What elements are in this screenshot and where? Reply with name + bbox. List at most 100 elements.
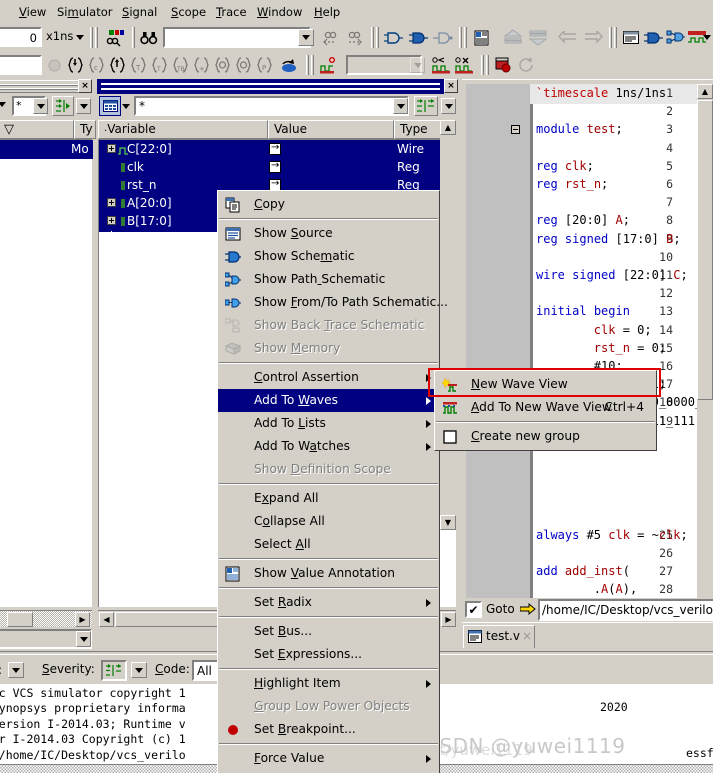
add-breakpoint-icon[interactable] [318, 55, 340, 75]
expand-design-icon[interactable] [383, 27, 405, 48]
run-circle-icon[interactable] [44, 55, 64, 75]
menu-window[interactable]: Window [252, 4, 307, 20]
menu-item-show-schematic[interactable]: Show Schematic [218, 245, 439, 268]
variable-filter-dropdown-button[interactable] [393, 98, 408, 114]
menu-item-copy[interactable]: Copy [218, 193, 439, 216]
hierarchy-hscroll-right-button[interactable]: ▶ [75, 612, 90, 627]
menu-item-set-breakpoint[interactable]: Set Breakpoint... [218, 718, 439, 741]
variable-display-mode-chevron-down-icon[interactable] [122, 104, 130, 109]
expand-toggle-icon[interactable] [107, 144, 116, 153]
tab-test-v[interactable]: test.v × [463, 625, 535, 648]
hierarchy-bottom-dropdown-button[interactable] [76, 631, 91, 647]
variable-vscroll-up-button[interactable]: ▲ [440, 120, 456, 135]
variable-panel-close-button[interactable]: × [444, 79, 458, 93]
menu-item-show-path-schematic[interactable]: Show Path Schematic [218, 268, 439, 291]
menu-help[interactable]: Help [309, 4, 345, 20]
find-scope-icon[interactable] [104, 27, 128, 48]
hierarchy-scope-dropdown-button[interactable] [76, 98, 91, 114]
menu-item-force-value[interactable]: Force Value [218, 747, 439, 770]
breakpoint-combo-dropdown-button[interactable] [410, 57, 425, 73]
restart-icon[interactable] [212, 55, 232, 75]
stop-record-icon[interactable] [492, 55, 514, 75]
code-vscrollbar[interactable]: ▲ [697, 84, 713, 621]
submenu-item-create-new-group[interactable]: Create new group [435, 425, 656, 448]
hierarchy-filter-dropdown-button[interactable] [33, 98, 48, 114]
menu-item-add-to-waves[interactable]: Add To Waves [218, 389, 439, 412]
severity-dropdown-button[interactable] [131, 662, 147, 678]
step-tb-icon[interactable]: TB [170, 55, 190, 75]
menu-item-show-value-annotation[interactable]: Show Value Annotation [218, 562, 439, 585]
variable-nav-icon[interactable] [414, 96, 438, 116]
hierarchy-hscrollbar[interactable]: ▶ [0, 610, 92, 627]
search-next-icon[interactable] [344, 27, 366, 48]
variable-hscroll-left-button[interactable]: ◀ [99, 612, 114, 627]
code-vscroll-up-button[interactable]: ▲ [697, 84, 713, 99]
source-code-editor[interactable]: 1 `timescale 1ns/1ns 2 3 module test; 4 5 reg c… [466, 84, 713, 621]
severity-prefix-dropdown-button[interactable] [8, 662, 24, 678]
menu-simulator[interactable]: Simulator [52, 4, 118, 20]
back-arrow-icon[interactable] [556, 27, 580, 48]
menu-item-highlight-item[interactable]: Highlight Item [218, 672, 439, 695]
search-prev-icon[interactable] [320, 27, 342, 48]
forward-arrow-icon[interactable] [581, 27, 605, 48]
menu-item-show-source[interactable]: Show Source [218, 222, 439, 245]
path-schematic-view-icon[interactable] [665, 27, 687, 48]
step-into-icon[interactable] [65, 55, 85, 75]
prev-annotation-icon[interactable] [501, 27, 525, 48]
variable-col-header-variable[interactable]: .Variable [98, 120, 268, 139]
goto-checkbox[interactable]: ✔ [465, 601, 482, 618]
variable-hscroll-right-button[interactable]: ▶ [441, 612, 456, 627]
continue-icon[interactable] [107, 55, 127, 75]
menu-item-set-bus[interactable]: Set Bus... [218, 620, 439, 643]
scope-input[interactable] [0, 55, 42, 75]
step-p-icon[interactable]: P [254, 55, 274, 75]
hierarchy-col-type[interactable]: Ty [74, 120, 96, 139]
menu-signal[interactable]: Signal [117, 4, 162, 20]
delete-breakpoints-icon[interactable] [453, 55, 475, 75]
submenu-item-add-to-new-wave-view[interactable]: Add To New Wave View Ctrl+4 [435, 396, 656, 419]
step-plus-icon[interactable]: + [191, 55, 211, 75]
close-icon[interactable]: × [522, 629, 532, 643]
variable-vscroll-down-button[interactable]: ▼ [440, 515, 456, 530]
menu-item-control-assertion[interactable]: Control Assertion [218, 366, 439, 389]
trace-drivers-icon[interactable] [408, 27, 430, 48]
restart-2-icon[interactable] [233, 55, 253, 75]
hierarchy-filter-prefix[interactable] [0, 96, 8, 116]
variable-vscrollbar[interactable]: ▲ ▼ [440, 120, 456, 530]
expand-toggle-icon[interactable] [107, 198, 116, 207]
variable-display-mode-icon[interactable] [99, 96, 121, 116]
source-view-icon[interactable] [620, 27, 642, 48]
menu-item-show-from-to-path-schematic[interactable]: Show From/To Path Schematic... [218, 291, 448, 314]
table-row[interactable]: clk Reg [99, 158, 456, 176]
search-dropdown-button[interactable] [298, 29, 314, 46]
hierarchy-scope-nav-icon[interactable] [52, 96, 74, 116]
hierarchy-col-name[interactable]: ▽ [0, 120, 74, 139]
wave-view-chevron-down-icon[interactable] [703, 35, 711, 40]
enable-breakpoints-icon[interactable] [430, 55, 452, 75]
step-over-icon[interactable]: c [86, 55, 106, 75]
binoculars-search-icon[interactable] [138, 27, 160, 48]
menu-trace[interactable]: Trace [211, 4, 252, 20]
menu-view[interactable]: View [14, 4, 51, 20]
value-expand-icon[interactable] [269, 141, 281, 155]
annotation-toolbar-icon[interactable] [470, 27, 492, 48]
menu-item-select-all[interactable]: Select All [218, 533, 439, 556]
hierarchy-row-selected[interactable]: ) Mo [0, 140, 93, 159]
menu-item-add-to-watches[interactable]: Add To Watches [218, 435, 439, 458]
severity-combo[interactable] [101, 660, 127, 681]
time-unit-label[interactable]: x1ns [46, 29, 73, 43]
time-value-input[interactable]: 0 [0, 27, 42, 47]
menu-scope[interactable]: Scope [166, 4, 211, 20]
value-expand-icon[interactable] [269, 159, 281, 173]
time-unit-chevron-down-icon[interactable] [76, 35, 84, 40]
search-input[interactable] [163, 27, 311, 48]
fold-toggle-icon[interactable] [511, 125, 520, 135]
goto-arrow-icon[interactable] [519, 602, 536, 618]
context-menu[interactable]: Copy Show Source Show Schematic Show Path S… [217, 190, 448, 773]
menu-item-set-radix[interactable]: Set Radix [218, 591, 439, 614]
variable-col-header-value[interactable]: Value [268, 120, 394, 139]
step-time-icon[interactable]: T [128, 55, 148, 75]
hierarchy-hscroll-thumb[interactable] [7, 612, 33, 627]
expand-toggle-icon[interactable] [107, 216, 116, 225]
schematic-view-icon[interactable] [643, 27, 665, 48]
